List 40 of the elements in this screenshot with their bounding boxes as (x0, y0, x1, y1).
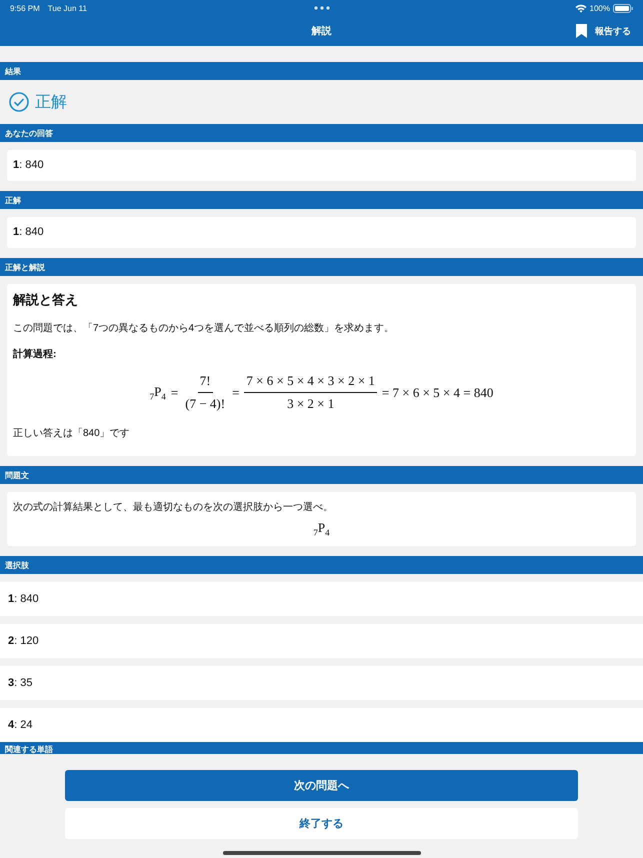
choice-item[interactable]: 4: 24 (0, 708, 643, 742)
section-header: 正解と解説 (0, 258, 643, 276)
page-title: 解説 (312, 24, 332, 38)
denominator: 3 × 2 × 1 (286, 395, 336, 412)
finish-button[interactable]: 終了する (65, 808, 578, 839)
explanation-title: 解説と答え (13, 291, 79, 309)
numerator: 7 × 6 × 5 × 4 × 3 × 2 × 1 (244, 373, 377, 393)
denominator: (7 − 4)! (184, 395, 226, 412)
choice-item[interactable]: 1: 840 (0, 582, 643, 616)
section-header: 結果 (0, 62, 643, 80)
subheading: 計算過程: (13, 348, 58, 361)
section-header: あなたの回答 (0, 124, 643, 142)
result-text: 正解 (35, 92, 67, 112)
numerator: 7! (198, 373, 213, 393)
question-text: 次の式の計算結果として、最も適切なものを次の選択肢から一つ選べ。 (13, 500, 334, 514)
answer-card: 1: 840 (7, 150, 636, 181)
battery-percentage: 100% (590, 4, 610, 12)
choice-item[interactable]: 3: 35 (0, 666, 643, 700)
formula-text: = (232, 384, 240, 400)
answer-card: 1: 840 (7, 217, 636, 248)
status-date: Tue Jun 11 (48, 4, 87, 12)
next-question-button[interactable]: 次の問題へ (65, 770, 578, 801)
bookmark-icon (576, 24, 587, 38)
permutation-symbol: $_{7}$P$_{4}$ (313, 520, 330, 538)
section-header: 関連する単語 (0, 742, 643, 754)
section-header: 問題文 (0, 466, 643, 484)
battery-icon (613, 4, 633, 12)
wifi-icon (574, 4, 587, 12)
permutation-symbol: $_{7}$P$_{4}$ (150, 384, 166, 402)
report-button[interactable]: 報告する (576, 24, 631, 38)
conclusion-text: 正しい答えは「840」です (13, 426, 131, 440)
section-header: 選択肢 (0, 556, 643, 574)
formula-text: = 7 × 6 × 5 × 4 = 840 (382, 384, 494, 400)
check-circle-icon (9, 92, 29, 112)
formula-text: = (170, 384, 178, 400)
multitasking-dots-icon (314, 6, 330, 10)
choice-item[interactable]: 2: 120 (0, 624, 643, 658)
section-header: 正解 (0, 191, 643, 209)
status-time: 9:56 PM (10, 4, 40, 12)
explanation-text: この問題では、「7つの異なるものから4つを選んで並べる順列の総数」を求めます。 (13, 322, 396, 335)
